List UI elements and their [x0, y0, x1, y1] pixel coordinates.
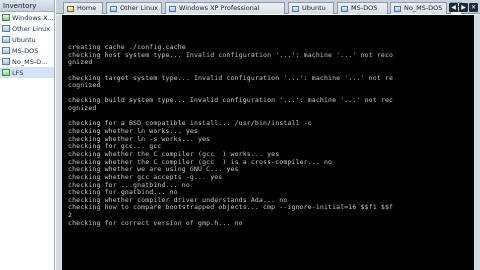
inventory-item-label: No_MS-D...	[12, 57, 48, 66]
terminal-line: checking for correct version of gmp.h...…	[68, 218, 243, 227]
inventory-item[interactable]: Windows X...	[0, 12, 54, 23]
inventory-item-label: LFS	[12, 68, 24, 77]
inventory-list: Windows X... Other Linux Ubuntu MS-DOS No_MS…	[0, 12, 54, 78]
vm-icon	[2, 47, 10, 54]
tab[interactable]: Home	[63, 2, 103, 14]
vm-icon	[110, 5, 117, 12]
vm-icon	[169, 5, 176, 12]
tab-label: Home	[77, 4, 97, 12]
tab-prev-icon[interactable]: ◀	[449, 3, 458, 12]
inventory-item[interactable]: No_MS-D...	[0, 56, 54, 67]
terminal-line: cognized	[68, 81, 101, 90]
inventory-item[interactable]: Other Linux	[0, 23, 54, 34]
inventory-item-label: Windows X...	[12, 13, 54, 22]
tab[interactable]: No_MS-DOS	[390, 2, 447, 14]
tab[interactable]: Ubuntu	[288, 2, 334, 14]
tab-label: Ubuntu	[302, 4, 326, 12]
tab-close-icon[interactable]: ✕	[469, 3, 478, 12]
vm-icon	[394, 5, 401, 12]
tab[interactable]: MS-DOS	[337, 2, 388, 14]
terminal-line: checking target system type... Invalid c…	[68, 73, 394, 82]
inventory-item[interactable]: Ubuntu	[0, 34, 54, 45]
vm-icon	[2, 58, 10, 65]
terminal-output: creating cache ./config.cache checking ho…	[68, 43, 470, 227]
vm-icon	[292, 5, 299, 12]
tab[interactable]: Windows XP Professional	[165, 2, 285, 14]
inventory-item-label: Other Linux	[12, 24, 51, 33]
tab[interactable]: Other Linux	[106, 2, 162, 14]
vm-icon	[2, 36, 10, 43]
vm-icon	[2, 25, 10, 32]
tab-label: MS-DOS	[351, 4, 378, 12]
home-icon	[67, 5, 74, 12]
console-screen[interactable]: creating cache ./config.cache checking ho…	[62, 15, 474, 270]
tab-next-icon[interactable]: ▶	[459, 3, 468, 12]
vm-icon	[341, 5, 348, 12]
inventory-item[interactable]: MS-DOS	[0, 45, 54, 56]
inventory-item-label: MS-DOS	[12, 46, 39, 55]
terminal-line: checking how to compare bootstrapped obj…	[68, 203, 394, 212]
inventory-header: Inventory	[0, 0, 54, 12]
inventory-item[interactable]: LFS	[0, 67, 54, 78]
vm-icon	[2, 14, 10, 21]
vm-console: creating cache ./config.cache checking ho…	[56, 15, 480, 270]
vm-tab-bar: Home Other Linux Windows XP Professional Ub…	[56, 0, 480, 14]
tab-label: No_MS-DOS	[404, 4, 443, 12]
tab-label: Other Linux	[120, 4, 159, 12]
terminal-line: checking host system type... Invalid con…	[68, 50, 394, 59]
terminal-line: checking build system type... Invalid co…	[68, 96, 394, 105]
terminal-line: gnized	[68, 58, 93, 67]
inventory-item-label: Ubuntu	[12, 35, 36, 44]
tab-controls: ◀ ▶ ✕	[449, 3, 478, 12]
tab-label: Windows XP Professional	[179, 4, 260, 12]
terminal-line: ognized	[68, 104, 97, 113]
vm-icon	[2, 69, 10, 76]
inventory-panel: Inventory Windows X... Other Linux Ubuntu M…	[0, 0, 55, 270]
